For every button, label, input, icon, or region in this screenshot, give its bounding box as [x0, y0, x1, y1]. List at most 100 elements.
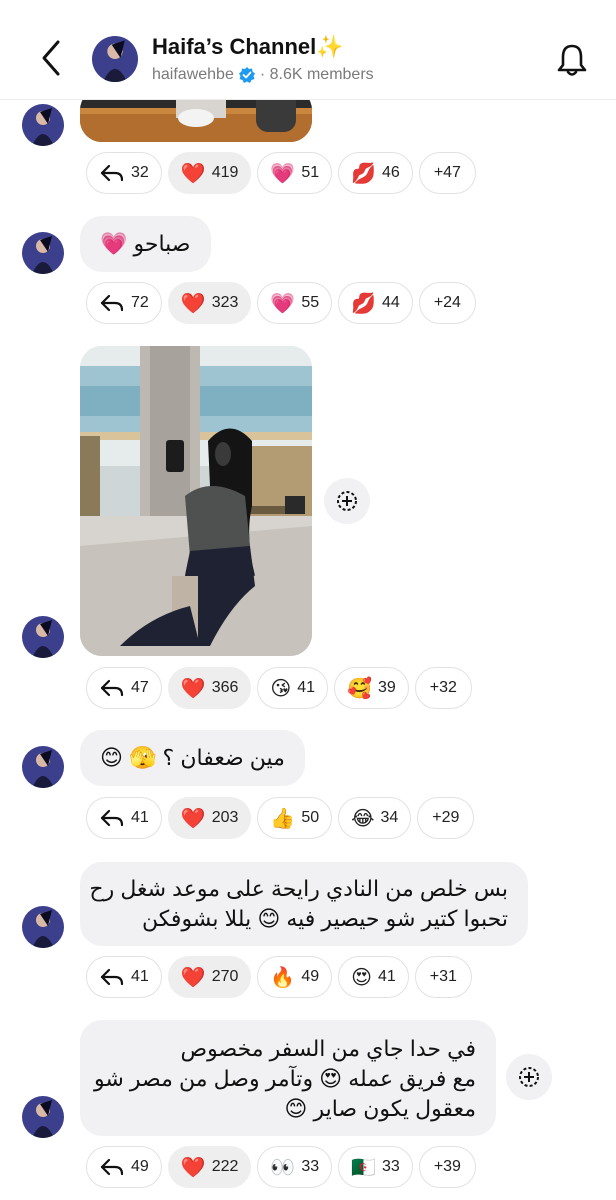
reaction-count: 323: [211, 294, 239, 311]
kiss-mark-emoji: 💋: [351, 291, 377, 315]
channel-title[interactable]: Haifa’s Channel✨: [152, 34, 344, 60]
reply-icon: [100, 164, 124, 182]
reaction-chip[interactable]: 🇩🇿 33: [338, 1146, 413, 1188]
reaction-chip[interactable]: 💋 46: [338, 152, 413, 194]
sparkles-emoji: ✨: [316, 35, 344, 60]
avatar[interactable]: [22, 746, 64, 788]
reply-count-chip[interactable]: 41: [86, 797, 162, 839]
reply-count-chip[interactable]: 32: [86, 152, 162, 194]
reply-count-chip[interactable]: 41: [86, 956, 162, 998]
share-button[interactable]: [324, 478, 370, 524]
reaction-chip[interactable]: 🔥 49: [257, 956, 333, 998]
reaction-count: 203: [211, 809, 239, 826]
reply-icon: [100, 679, 124, 697]
reaction-count: 49: [301, 968, 320, 985]
share-icon: [337, 491, 357, 511]
red-heart-emoji: ❤️: [180, 806, 206, 830]
reaction-chip[interactable]: 😂 34: [338, 797, 412, 839]
post-image[interactable]: [80, 346, 312, 656]
avatar[interactable]: [22, 1096, 64, 1138]
reaction-count: +32: [429, 679, 457, 696]
reaction-chip[interactable]: 😍 41: [338, 956, 409, 998]
channel-feed: 32 ❤️ 419 💗 51 💋 46 +47 صباحو 💗 72 ❤️ 323 💗 55 💋 44 +2…: [0, 0, 616, 1200]
avatar[interactable]: [22, 616, 64, 658]
chevron-left-icon: [42, 40, 60, 76]
reaction-chip[interactable]: 👀 33: [257, 1146, 333, 1188]
reaction-count: 32: [131, 164, 149, 181]
avatar[interactable]: [22, 104, 64, 146]
more-reactions-chip[interactable]: +47: [418, 152, 476, 194]
reaction-count: 41: [297, 679, 316, 696]
share-button[interactable]: [506, 1054, 552, 1100]
reaction-count: +31: [429, 968, 457, 985]
red-heart-emoji: ❤️: [180, 291, 206, 315]
notifications-button[interactable]: [552, 40, 592, 80]
reaction-chip[interactable]: ❤️ 323: [167, 282, 252, 324]
pink-sparkling-heart-emoji: 💗: [270, 161, 296, 185]
reaction-chip[interactable]: ❤️ 222: [167, 1146, 252, 1188]
smiling-face-hearts-emoji: 🥰: [347, 676, 372, 700]
message-bubble[interactable]: بس خلص من النادي رايحة على موعد شغل رح ت…: [80, 862, 528, 946]
reply-count-chip[interactable]: 72: [86, 282, 162, 324]
reply-icon: [100, 809, 124, 827]
reaction-count: +47: [433, 164, 461, 181]
reaction-chip[interactable]: ❤️ 366: [167, 667, 252, 709]
message-text: صباحو 💗: [100, 231, 191, 256]
message-bubble[interactable]: مين ضعفان ؟ 🫣 😊: [80, 730, 305, 786]
reaction-count: 41: [131, 968, 149, 985]
kiss-mark-emoji: 💋: [351, 161, 377, 185]
red-heart-emoji: ❤️: [180, 676, 206, 700]
back-button[interactable]: [34, 38, 70, 78]
tears-of-joy-emoji: 😂: [351, 806, 375, 830]
message-bubble[interactable]: صباحو 💗: [80, 216, 211, 272]
reaction-count: 419: [211, 164, 239, 181]
reaction-count: 33: [382, 1158, 400, 1175]
reaction-chip[interactable]: 👍 50: [257, 797, 333, 839]
algeria-flag-emoji: 🇩🇿: [351, 1155, 377, 1179]
reaction-chip[interactable]: 💗 51: [257, 152, 333, 194]
reaction-bar: 47 ❤️ 366 😘 41 🥰 39 +32: [86, 667, 472, 709]
reaction-count: 270: [211, 968, 239, 985]
reaction-bar: 72 ❤️ 323 💗 55 💋 44 +24: [86, 282, 476, 324]
reaction-count: +29: [432, 809, 460, 826]
message-text: مين ضعفان ؟ 🫣 😊: [100, 745, 285, 770]
reply-count-chip[interactable]: 49: [86, 1146, 162, 1188]
reply-count-chip[interactable]: 47: [86, 667, 162, 709]
pink-sparkling-heart-emoji: 💗: [270, 291, 296, 315]
reaction-bar: 32 ❤️ 419 💗 51 💋 46 +47: [86, 152, 476, 194]
reaction-chip[interactable]: ❤️ 419: [167, 152, 252, 194]
avatar[interactable]: [22, 906, 64, 948]
reaction-count: 72: [131, 294, 149, 311]
reaction-count: 46: [382, 164, 400, 181]
more-reactions-chip[interactable]: +31: [414, 956, 472, 998]
avatar[interactable]: [22, 232, 64, 274]
reaction-count: 44: [382, 294, 400, 311]
reaction-chip[interactable]: 💗 55: [257, 282, 333, 324]
reaction-chip[interactable]: 🥰 39: [334, 667, 409, 709]
channel-handle: haifawehbe: [152, 66, 234, 83]
fire-emoji: 🔥: [270, 965, 296, 989]
more-reactions-chip[interactable]: +32: [414, 667, 472, 709]
kissing-face-emoji: 😘: [270, 676, 292, 700]
reaction-count: 49: [131, 1158, 149, 1175]
reaction-bar: 41 ❤️ 203 👍 50 😂 34 +29: [86, 797, 475, 839]
thumbs-up-emoji: 👍: [270, 806, 296, 830]
reaction-count: 41: [377, 968, 396, 985]
reaction-count: 41: [131, 809, 149, 826]
reaction-chip[interactable]: 💋 44: [338, 282, 413, 324]
reaction-count: 34: [380, 809, 399, 826]
channel-subtitle: haifawehbe · 8.6K members: [152, 66, 374, 84]
reaction-chip[interactable]: 😘 41: [257, 667, 329, 709]
reaction-count: 47: [131, 679, 149, 696]
reaction-count: +24: [433, 294, 461, 311]
more-reactions-chip[interactable]: +24: [418, 282, 476, 324]
channel-avatar[interactable]: [92, 36, 138, 82]
more-reactions-chip[interactable]: +29: [417, 797, 475, 839]
message-bubble[interactable]: في حدا جاي من السفر مخصوص مع فريق عمله 😍…: [80, 1020, 496, 1136]
channel-name: Haifa’s Channel: [152, 34, 317, 59]
reaction-chip[interactable]: ❤️ 203: [167, 797, 252, 839]
reaction-chip[interactable]: ❤️ 270: [167, 956, 252, 998]
heart-eyes-emoji: 😍: [351, 965, 372, 989]
more-reactions-chip[interactable]: +39: [418, 1146, 476, 1188]
reaction-bar: 41 ❤️ 270 🔥 49 😍 41 +31: [86, 956, 472, 998]
